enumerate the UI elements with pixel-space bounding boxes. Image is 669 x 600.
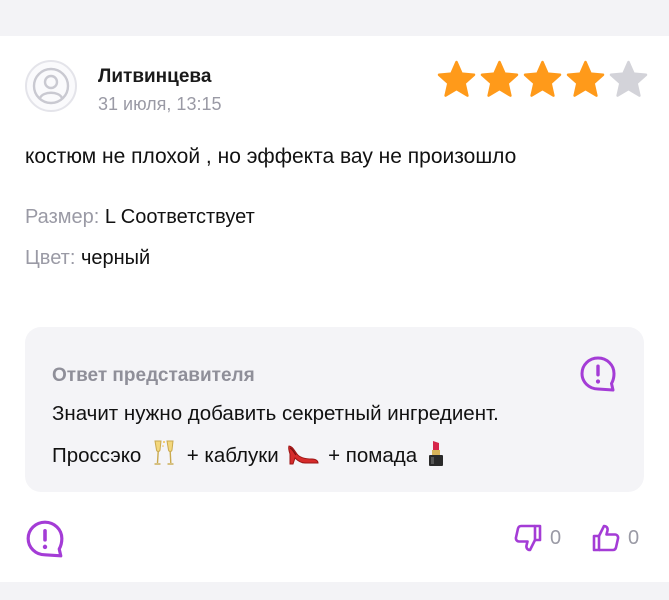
review-card: Литвинцева 31 июля, 13:15 костюм не плох…	[0, 36, 669, 582]
attribute-color-value: черный	[80, 247, 151, 269]
like-count: 0	[628, 526, 640, 549]
star-empty-icon	[608, 60, 649, 102]
answer-text-part-2: + каблуки	[181, 444, 285, 467]
attribute-size-label: Размер:	[25, 206, 105, 228]
answer-text-part-1: Проссэко	[52, 444, 148, 467]
star-filled-icon	[565, 60, 606, 102]
star-filled-icon	[479, 60, 520, 102]
attribute-color: Цвет: черный	[25, 247, 150, 270]
attribute-color-label: Цвет:	[25, 247, 81, 269]
top-separator	[0, 0, 669, 36]
seller-answer: Ответ представителя Значит нужно добавит…	[25, 327, 644, 492]
answer-title: Ответ представителя	[52, 365, 255, 386]
star-filled-icon	[436, 60, 477, 102]
like-button[interactable]: 0	[590, 521, 639, 555]
attribute-size-value: L Соответствует	[104, 206, 255, 228]
dislike-count: 0	[550, 526, 562, 549]
lipstick-icon	[425, 438, 447, 474]
champagne-glasses-icon	[149, 438, 179, 474]
answer-text-line-2: Проссэко + каблуки + помада	[52, 438, 449, 474]
star-filled-icon	[522, 60, 563, 102]
answer-text-line-1: Значит нужно добавить секретный ингредие…	[52, 402, 499, 425]
review-date: 31 июля, 13:15	[98, 94, 222, 114]
review-author[interactable]: Литвинцева	[98, 66, 211, 88]
exclamation-bubble-icon[interactable]	[579, 355, 617, 393]
rating-stars	[436, 60, 649, 102]
user-avatar-icon	[25, 60, 77, 112]
thumbs-up-icon	[592, 524, 620, 552]
answer-text-part-3: + помада	[322, 444, 423, 467]
attribute-size: Размер: L Соответствует	[25, 206, 255, 229]
review-text: костюм не плохой , но эффекта вау не про…	[25, 145, 517, 168]
report-icon[interactable]	[25, 519, 65, 559]
dislike-button[interactable]: 0	[512, 521, 561, 555]
bottom-separator	[0, 582, 669, 600]
thumbs-down-icon	[514, 524, 542, 552]
high-heel-icon	[286, 438, 320, 474]
